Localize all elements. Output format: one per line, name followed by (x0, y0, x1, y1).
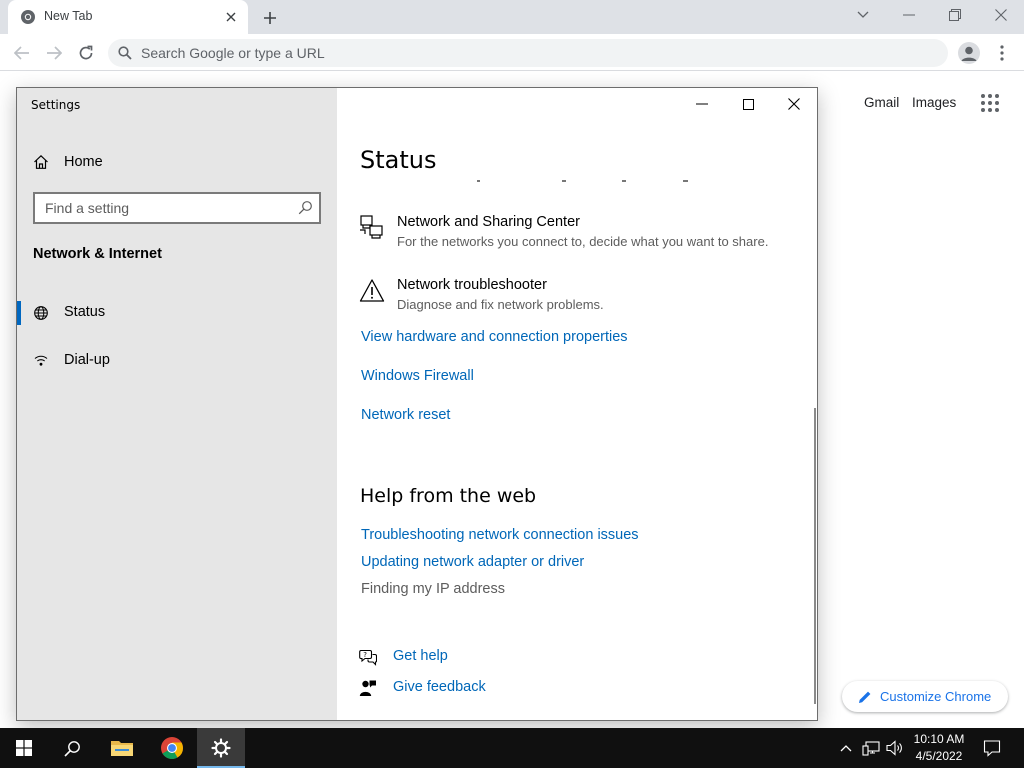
search-icon (298, 201, 312, 215)
restore-icon[interactable] (944, 6, 966, 24)
main-scrollbar[interactable] (814, 408, 816, 704)
customize-chrome-button[interactable]: Customize Chrome (842, 681, 1008, 712)
settings-sidebar: Settings Home Network & Internet Status … (17, 88, 337, 720)
finding-ip-address-text: Finding my IP address (361, 581, 505, 597)
get-help-icon: ? (359, 649, 377, 666)
get-help-row[interactable]: ? Get help (359, 646, 559, 668)
profile-avatar-icon[interactable] (958, 42, 980, 64)
sidebar-item-status[interactable]: Status (17, 295, 337, 331)
tab-title: New Tab (44, 9, 93, 23)
dialup-icon (34, 355, 48, 366)
start-windows-icon[interactable] (0, 728, 48, 768)
reload-icon[interactable] (75, 42, 97, 64)
network-reset-link[interactable]: Network reset (361, 407, 450, 423)
close-window-icon[interactable] (990, 6, 1012, 24)
give-feedback-row[interactable]: Give feedback (359, 677, 559, 699)
google-apps-icon[interactable] (980, 93, 1000, 113)
tab-new-tab[interactable]: New Tab (8, 0, 248, 34)
troubleshooting-connection-link[interactable]: Troubleshooting network connection issue… (361, 527, 639, 543)
maximize-icon[interactable] (733, 94, 763, 114)
tab-search-chevron-icon[interactable] (852, 6, 874, 24)
back-arrow-icon[interactable] (11, 42, 33, 64)
find-setting-box[interactable] (33, 192, 321, 224)
browser-tabstrip: New Tab (0, 0, 1024, 34)
forward-arrow-icon[interactable] (43, 42, 65, 64)
customize-chrome-label: Customize Chrome (880, 689, 992, 704)
close-icon[interactable] (779, 94, 809, 114)
omnibox[interactable] (108, 39, 948, 67)
find-setting-input[interactable] (45, 194, 295, 222)
search-icon (118, 46, 132, 60)
active-indicator (17, 301, 21, 325)
network-sharing-center-link[interactable]: Network and Sharing Center (397, 214, 580, 230)
notifications-icon[interactable] (982, 738, 1002, 758)
images-link[interactable]: Images (912, 95, 956, 110)
give-feedback-link: Give feedback (393, 679, 486, 695)
settings-window: Settings Home Network & Internet Status … (16, 87, 818, 721)
gmail-link[interactable]: Gmail (864, 95, 899, 110)
settings-window-title: Settings (31, 98, 81, 112)
pencil-icon (859, 691, 871, 703)
file-explorer-icon[interactable] (98, 728, 146, 768)
network-troubleshooter-link[interactable]: Network troubleshooter (397, 277, 547, 293)
clock-date: 4/5/2022 (915, 749, 963, 763)
chrome-menu-icon[interactable] (994, 42, 1010, 64)
scrolled-content-fragment (477, 180, 688, 182)
get-help-link: Get help (393, 648, 448, 664)
minimize-icon[interactable] (898, 6, 920, 24)
warning-icon[interactable] (359, 278, 385, 304)
network-tray-icon[interactable] (861, 738, 881, 758)
sidebar-home[interactable]: Home (33, 152, 313, 172)
sidebar-section-title: Network & Internet (33, 246, 162, 262)
sidebar-item-label: Status (64, 304, 106, 320)
settings-gear-icon[interactable] (197, 728, 245, 768)
page-title: Status (360, 146, 437, 174)
settings-main-pane: Status Network and Sharing Center For th… (337, 88, 817, 720)
windows-firewall-link[interactable]: Windows Firewall (361, 368, 474, 384)
taskbar-clock[interactable]: 10:10 AM 4/5/2022 (903, 731, 975, 765)
tab-close-icon[interactable] (222, 8, 240, 26)
browser-toolbar (0, 34, 1024, 71)
feedback-icon (359, 680, 376, 696)
sidebar-home-label: Home (64, 154, 103, 170)
minimize-icon[interactable] (687, 94, 717, 114)
omnibox-input[interactable] (141, 39, 921, 67)
clock-time: 10:10 AM (913, 732, 965, 746)
search-icon[interactable] (48, 728, 96, 768)
updating-adapter-link[interactable]: Updating network adapter or driver (361, 554, 584, 570)
chevron-up-icon[interactable] (836, 738, 856, 758)
globe-icon (34, 306, 48, 320)
svg-text:?: ? (363, 651, 367, 659)
help-section-title: Help from the web (360, 485, 537, 507)
indicator-slot (17, 349, 21, 373)
network-sharing-icon[interactable] (359, 214, 385, 240)
view-hardware-properties-link[interactable]: View hardware and connection properties (361, 329, 628, 345)
volume-icon[interactable] (885, 738, 905, 758)
taskbar: 10:10 AM 4/5/2022 (0, 728, 1024, 768)
sidebar-item-label: Dial-up (64, 352, 110, 368)
home-icon (34, 154, 48, 169)
network-troubleshooter-desc: Diagnose and fix network problems. (397, 297, 604, 312)
network-sharing-center-desc: For the networks you connect to, decide … (397, 234, 769, 249)
chrome-taskbar-icon[interactable] (148, 728, 196, 768)
chrome-favicon-icon (21, 10, 35, 24)
sidebar-item-dialup[interactable]: Dial-up (17, 343, 337, 379)
new-tab-plus-icon[interactable] (260, 8, 280, 28)
